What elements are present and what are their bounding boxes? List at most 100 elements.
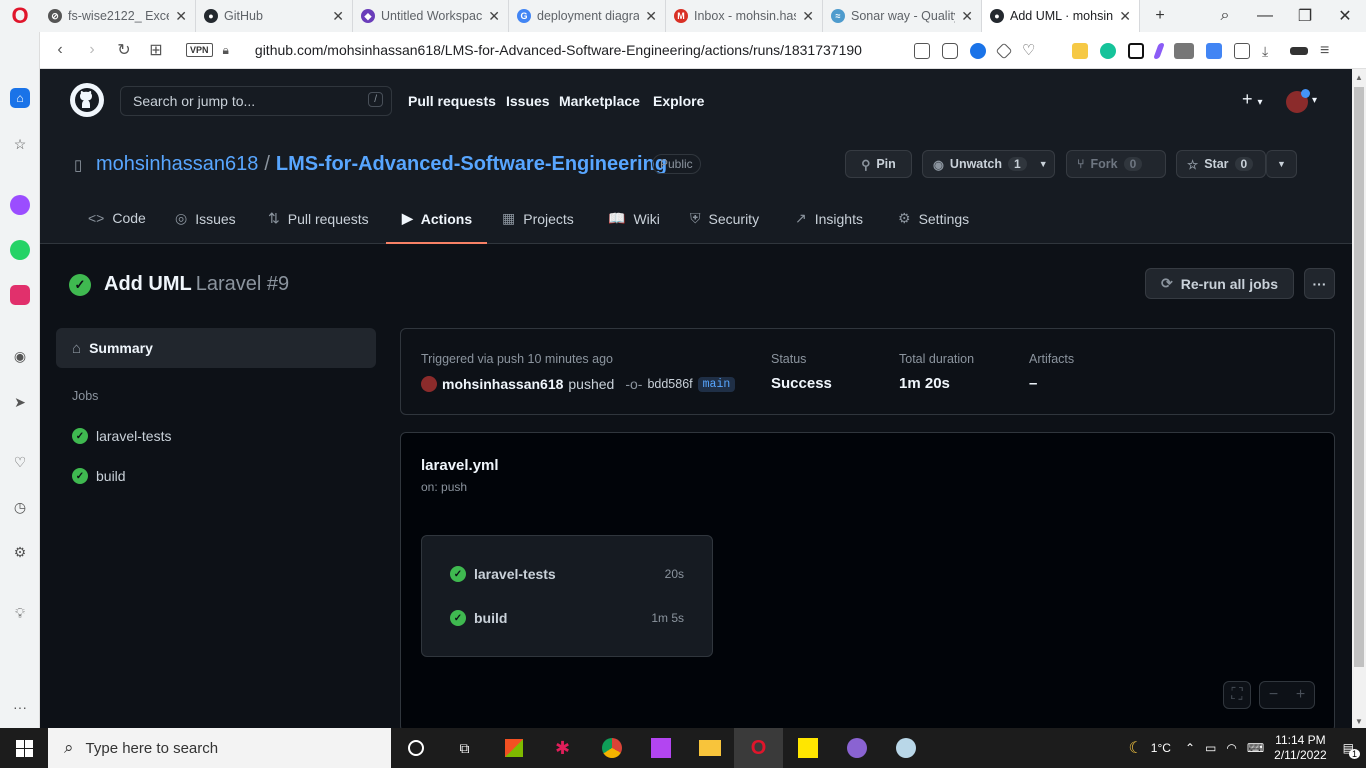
weather-icon[interactable]: ☾ — [1128, 738, 1142, 758]
sidebar-job-laravel-tests[interactable]: ✓ laravel-tests — [72, 428, 171, 444]
more-options-button[interactable]: ··· — [1304, 268, 1335, 299]
file-explorer-icon[interactable] — [685, 728, 734, 768]
more-icon[interactable]: ··· — [10, 697, 30, 717]
commit-sha-link[interactable]: bdd586f — [647, 377, 692, 391]
grammarly-icon[interactable] — [1100, 42, 1116, 59]
rerun-all-jobs-button[interactable]: ⟳ Re-run all jobs — [1145, 268, 1294, 299]
repo-name-link[interactable]: LMS-for-Advanced-Software-Engineering — [276, 153, 667, 175]
tab-wiki[interactable]: 📖 Wiki — [608, 210, 660, 227]
off-badge-icon[interactable] — [1174, 42, 1194, 59]
messenger-icon[interactable] — [10, 195, 30, 215]
send-icon[interactable] — [995, 42, 1013, 59]
github-logo-icon[interactable] — [70, 83, 104, 117]
notifications-icon[interactable]: ▤ 1 — [1343, 741, 1360, 759]
tips-icon[interactable]: 💡︎ — [10, 603, 30, 623]
windows-start-icon[interactable] — [0, 728, 48, 768]
star-list-dropdown[interactable]: ▼ — [1266, 150, 1297, 178]
send-icon[interactable]: ➤ — [10, 392, 30, 412]
minimize-icon[interactable]: — — [1245, 0, 1285, 32]
sidebar-job-build[interactable]: ✓ build — [72, 468, 126, 484]
edit-icon[interactable] — [914, 42, 930, 59]
pin-button[interactable]: ⚲ Pin — [845, 150, 912, 178]
tab-insights[interactable]: ↗ Insights — [795, 210, 863, 227]
close-tab-icon[interactable]: ✕ — [1119, 8, 1131, 25]
store-icon[interactable] — [489, 728, 538, 768]
temperature[interactable]: 1°C — [1151, 741, 1171, 755]
browser-tab[interactable]: M Inbox - mohsin.has ✕ — [666, 0, 823, 32]
download-icon[interactable]: ⤓ — [1262, 43, 1278, 59]
chevron-up-icon[interactable]: ⌃ — [1185, 741, 1195, 755]
star-icon[interactable]: ☆ — [10, 134, 30, 154]
slack-icon[interactable]: ✱ — [538, 728, 587, 768]
close-tab-icon[interactable]: ✕ — [175, 8, 187, 25]
wifi-icon[interactable]: ◠ — [1226, 741, 1236, 755]
cortana-icon[interactable] — [391, 728, 440, 768]
fork-button[interactable]: ⑂ Fork 0 — [1066, 150, 1166, 178]
notion-icon[interactable] — [1128, 42, 1144, 59]
tab-projects[interactable]: ▦ Projects — [502, 210, 574, 227]
browser-tab[interactable]: ≈ Sonar way - Quality ✕ — [823, 0, 982, 32]
tab-code[interactable]: <> Code — [88, 210, 146, 226]
menu-icon[interactable]: ≡ — [1320, 42, 1336, 59]
close-tab-icon[interactable]: ✕ — [802, 8, 814, 25]
home-icon[interactable]: ⌂ — [10, 88, 30, 108]
zoom-out-icon[interactable]: − — [1260, 686, 1287, 704]
box-icon[interactable] — [1234, 42, 1250, 59]
tab-actions[interactable]: ▶ Actions — [402, 210, 472, 227]
vpn-badge[interactable]: VPN — [186, 43, 213, 57]
extension-cube-icon[interactable] — [1072, 42, 1088, 59]
battery-icon[interactable]: ▭ — [1205, 741, 1216, 755]
player-icon[interactable]: ◉ — [10, 346, 30, 366]
github-desktop-icon[interactable] — [832, 728, 881, 768]
close-tab-icon[interactable]: ✕ — [332, 8, 344, 25]
page-scrollbar[interactable]: ▲ ▼ — [1352, 69, 1366, 728]
scroll-up-icon[interactable]: ▲ — [1355, 73, 1363, 82]
shield-icon[interactable] — [970, 42, 986, 59]
lock-icon[interactable]: 🔒︎ — [223, 43, 229, 58]
nav-issues[interactable]: Issues — [506, 93, 550, 109]
browser-tab[interactable]: ● Add UML · mohsinh ✕ — [982, 0, 1140, 32]
reload-icon[interactable]: ↻ — [108, 40, 140, 60]
branch-badge[interactable]: main — [697, 376, 736, 392]
nav-marketplace[interactable]: Marketplace — [559, 93, 640, 109]
close-window-icon[interactable]: ✕ — [1325, 0, 1365, 32]
close-tab-icon[interactable]: ✕ — [961, 8, 973, 25]
translate-icon[interactable] — [1206, 42, 1222, 59]
whatsapp-icon[interactable] — [10, 240, 30, 260]
scroll-down-icon[interactable]: ▼ — [1355, 717, 1363, 726]
url-field[interactable]: github.com/mohsinhassan618/LMS-for-Advan… — [255, 42, 862, 58]
restore-icon[interactable]: ❐ — [1285, 0, 1325, 32]
avatar[interactable] — [421, 376, 437, 392]
repo-owner-link[interactable]: mohsinhassan618 — [96, 153, 258, 175]
fullscreen-icon[interactable]: ⛶ — [1223, 681, 1251, 709]
camera-icon[interactable] — [942, 42, 958, 59]
keyboard-icon[interactable]: ⌨ — [1247, 741, 1264, 755]
watch-button[interactable]: ◉ Unwatch 1 ▼ — [922, 150, 1055, 178]
new-tab-icon[interactable]: + — [1140, 0, 1180, 32]
task-view-icon[interactable]: ⧉ — [440, 728, 489, 768]
forward-icon[interactable]: › — [76, 41, 108, 59]
opera-taskbar-icon[interactable]: O — [734, 728, 783, 768]
opera-menu-icon[interactable]: O — [0, 0, 40, 32]
settings-icon[interactable]: ⚙ — [10, 542, 30, 562]
graph-job-laravel-tests[interactable]: ✓ laravel-tests 20s — [450, 566, 684, 582]
browser-tab[interactable]: ◆ Untitled Workspace ✕ — [353, 0, 509, 32]
heart-icon[interactable]: ♡ — [1022, 42, 1038, 59]
chrome-icon[interactable] — [587, 728, 636, 768]
tab-issues[interactable]: ◎ Issues — [175, 210, 236, 227]
taskbar-search-input[interactable]: ⌕ Type here to search — [48, 728, 391, 768]
actor-link[interactable]: mohsinhassan618 — [442, 376, 563, 392]
tab-security[interactable]: ⛨ Security — [690, 210, 759, 227]
search-input[interactable]: Search or jump to... / — [120, 86, 392, 116]
sidebar-item-summary[interactable]: ⌂ Summary — [56, 328, 376, 368]
close-tab-icon[interactable]: ✕ — [488, 8, 500, 25]
battery-icon[interactable] — [1290, 46, 1308, 55]
star-button[interactable]: ☆ Star 0 — [1176, 150, 1266, 178]
zoom-in-icon[interactable]: + — [1287, 686, 1314, 704]
clock[interactable]: 11:14 PM 2/11/2022 — [1274, 733, 1327, 763]
scrollbar-thumb[interactable] — [1354, 87, 1364, 667]
pen-icon[interactable] — [1153, 42, 1165, 59]
graph-job-build[interactable]: ✓ build 1m 5s — [450, 610, 684, 626]
sticky-notes-icon[interactable] — [783, 728, 832, 768]
phpstorm-icon[interactable] — [636, 728, 685, 768]
